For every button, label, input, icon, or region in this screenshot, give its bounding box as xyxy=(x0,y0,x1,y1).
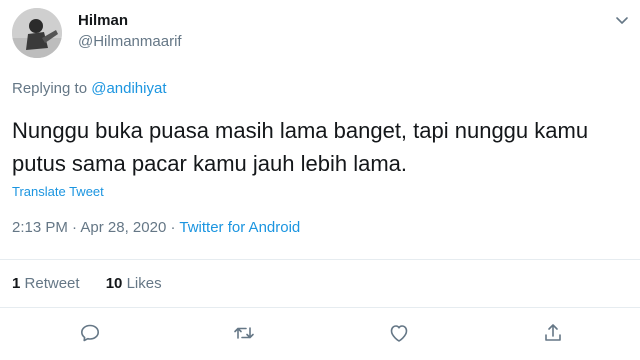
retweets-count: 1 xyxy=(12,275,21,292)
tweet-actions xyxy=(0,321,640,345)
translate-tweet-link[interactable]: Translate Tweet xyxy=(12,184,104,199)
retweets-stat[interactable]: 1 Retweet xyxy=(12,275,84,292)
meta-separator: · xyxy=(170,219,176,236)
divider xyxy=(0,307,640,308)
tweet-time[interactable]: 2:13 PM xyxy=(12,219,68,236)
divider xyxy=(0,259,640,260)
likes-stat[interactable]: 10 Likes xyxy=(106,275,162,292)
author-handle[interactable]: @Hilmanmaarif xyxy=(78,33,182,50)
avatar-image xyxy=(12,8,62,58)
tweet-text: Nunggu buka puasa masih lama banget, tap… xyxy=(12,118,589,176)
reply-icon[interactable] xyxy=(78,321,102,345)
replying-to-label: Replying to xyxy=(12,80,88,97)
replying-to-link[interactable]: @andihiyat xyxy=(91,80,166,97)
replying-to: Replying to @andihiyat xyxy=(12,80,167,97)
tweet-source[interactable]: Twitter for Android xyxy=(179,219,300,236)
heart-icon[interactable] xyxy=(387,321,411,345)
author-name[interactable]: Hilman xyxy=(78,12,128,29)
tweet-date[interactable]: Apr 28, 2020 xyxy=(80,219,166,236)
likes-label: Likes xyxy=(126,275,162,292)
retweet-icon[interactable] xyxy=(232,321,256,345)
share-icon[interactable] xyxy=(541,321,565,345)
meta-separator: · xyxy=(72,219,78,236)
chevron-down-icon[interactable] xyxy=(614,12,630,28)
tweet-meta: 2:13 PM · Apr 28, 2020 · Twitter for And… xyxy=(12,219,300,236)
tweet-stats: 1 Retweet 10 Likes xyxy=(12,275,184,292)
likes-count: 10 xyxy=(105,275,123,292)
avatar[interactable] xyxy=(12,8,62,58)
retweets-label: Retweet xyxy=(24,275,80,292)
